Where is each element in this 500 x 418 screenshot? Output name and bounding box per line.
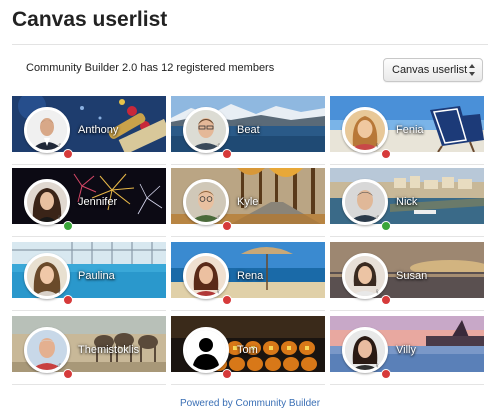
gender-female-icon: ♀ [215,287,221,296]
gender-female-icon: ♀ [374,287,380,296]
member-card-villy[interactable]: Villy ♀ [330,316,484,385]
gender-female-icon: ♀ [56,213,62,222]
member-card-tom[interactable]: Tom [171,316,325,385]
gender-female-icon: ♀ [374,141,380,150]
member-card-anthony[interactable]: Anthony ♂ [12,96,166,165]
avatar [24,327,70,373]
status-offline-icon [381,369,391,379]
member-card-jennifer[interactable]: Jennifer ♀ [12,168,166,237]
gender-female-icon: ♀ [56,287,62,296]
status-offline-icon [63,295,73,305]
gender-male-icon: ♂ [215,141,221,150]
member-card-fenia[interactable]: Fenia ♀ [330,96,484,165]
avatar [342,253,388,299]
member-count-text: Community Builder 2.0 has 12 registered … [26,62,275,74]
member-name[interactable]: Fenia [396,124,424,136]
member-card-kyle[interactable]: Kyle ♂ [171,168,325,237]
gender-male-icon: ♂ [56,141,62,150]
member-name[interactable]: Anthony [78,124,118,136]
avatar [24,107,70,153]
status-online-icon [381,221,391,231]
gender-male-icon: ♂ [374,213,380,222]
status-offline-icon [381,295,391,305]
status-offline-icon [222,149,232,159]
avatar [342,179,388,225]
member-name[interactable]: Susan [396,270,427,282]
avatar [342,107,388,153]
member-name[interactable]: Beat [237,124,260,136]
member-card-rena[interactable]: Rena ♀ [171,242,325,311]
member-card-beat[interactable]: Beat ♂ [171,96,325,165]
avatar [183,327,229,373]
member-card-nick[interactable]: Nick ♂ [330,168,484,237]
member-card-themistoklis[interactable]: Themistoklis ♂ [12,316,166,385]
select-arrows-icon [469,64,475,76]
avatar [183,107,229,153]
status-offline-icon [63,369,73,379]
powered-by-link[interactable]: Powered by Community Builder [0,398,500,409]
status-offline-icon [222,369,232,379]
status-offline-icon [222,295,232,305]
member-card-paulina[interactable]: Paulina ♀ [12,242,166,311]
member-name[interactable]: Tom [237,344,258,356]
member-name[interactable]: Villy [396,344,416,356]
member-name[interactable]: Rena [237,270,263,282]
gender-male-icon: ♂ [215,213,221,222]
status-offline-icon [63,149,73,159]
gender-male-icon: ♂ [56,361,62,370]
member-name[interactable]: Kyle [237,196,258,208]
member-name[interactable]: Nick [396,196,417,208]
status-online-icon [63,221,73,231]
avatar [342,327,388,373]
member-name[interactable]: Paulina [78,270,115,282]
member-card-susan[interactable]: Susan ♀ [330,242,484,311]
userlist-select[interactable]: Canvas userlist [383,58,483,82]
avatar [24,253,70,299]
member-name[interactable]: Jennifer [78,196,117,208]
member-name[interactable]: Themistoklis [78,344,139,356]
avatar [183,253,229,299]
page-title: Canvas userlist [12,8,168,31]
status-offline-icon [381,149,391,159]
status-offline-icon [222,221,232,231]
avatar [183,179,229,225]
gender-female-icon: ♀ [374,361,380,370]
avatar [24,179,70,225]
userlist-select-value: Canvas userlist [392,64,468,76]
title-divider [12,44,488,45]
